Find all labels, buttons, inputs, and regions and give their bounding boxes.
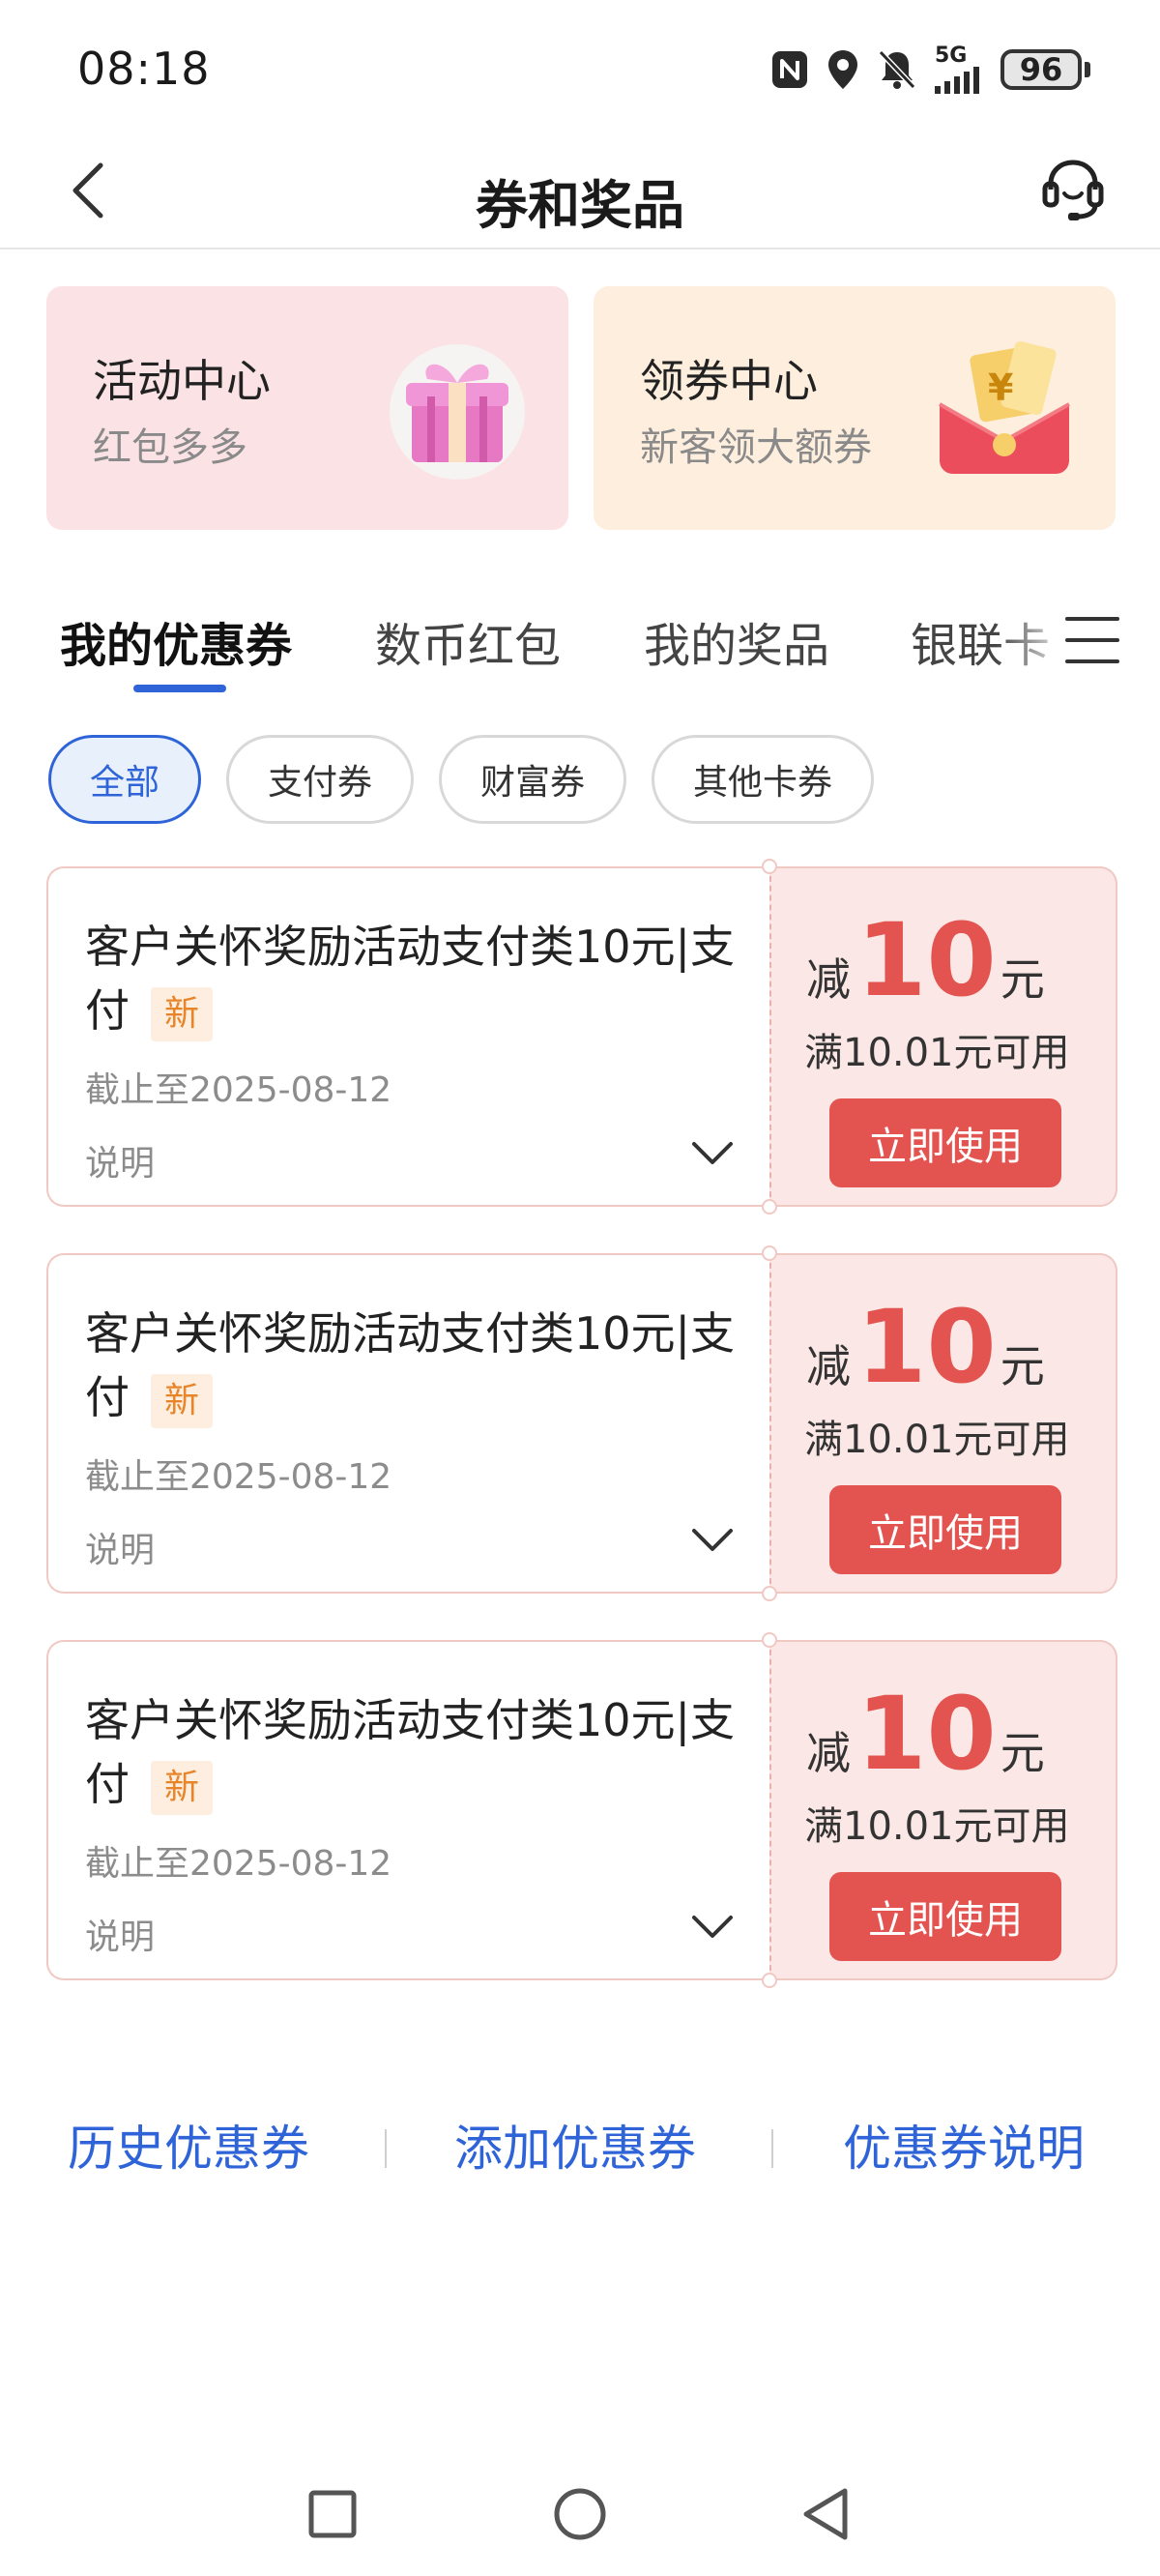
promo-subtitle: 新客领大额券 (640, 425, 872, 470)
tab-digital-red-packet[interactable]: 数币红包 (375, 607, 561, 675)
use-now-button[interactable]: 立即使用 (829, 1098, 1061, 1187)
coupon-description-label[interactable]: 说明 (85, 1522, 155, 1572)
new-badge: 新 (151, 1373, 214, 1428)
status-time: 08:18 (77, 43, 211, 95)
coupon-name: 客户关怀奖励活动支付类10元|支付新 (85, 1302, 742, 1429)
coupon-description-label[interactable]: 说明 (85, 1135, 155, 1186)
coupon-expiry: 截止至2025-08-12 (85, 1457, 392, 1497)
promo-title: 活动中心 (93, 355, 271, 407)
page-header: 券和奖品 (0, 135, 1160, 249)
category-tabs: 我的优惠券 数币红包 我的奖品 银联卡 (0, 580, 1160, 706)
nfc-icon (770, 44, 809, 95)
filter-chips: 全部 支付券 财富券 其他卡券 (48, 735, 875, 824)
coupon-amount: 减 10 元 (806, 901, 1045, 1019)
red-envelope-icon: ¥ (932, 337, 1077, 482)
svg-text:¥: ¥ (988, 366, 1013, 409)
amount-value: 10 (856, 1675, 997, 1793)
filter-wealth-coupon[interactable]: 财富券 (439, 735, 627, 824)
coupon-center-card[interactable]: 领券中心 新客领大额券 ¥ (594, 286, 1116, 530)
signal-icon: 5G (935, 44, 983, 95)
promo-title: 领券中心 (640, 355, 818, 407)
coupon-amount: 减 10 元 (806, 1288, 1045, 1406)
coupon-card: 客户关怀奖励活动支付类10元|支付新 截止至2025-08-12 说明 减 10… (46, 1245, 1117, 1601)
use-now-button[interactable]: 立即使用 (829, 1872, 1061, 1961)
footer-links: 历史优惠券 添加优惠券 优惠券说明 (0, 2100, 1160, 2187)
status-icons: 5G 96 (770, 43, 1090, 97)
coupon-amount: 减 10 元 (806, 1675, 1045, 1793)
gift-box-icon (385, 337, 530, 482)
square-icon (308, 2490, 357, 2538)
coupon-condition: 满10.01元可用 (804, 1804, 1070, 1849)
coupon-description-label[interactable]: 说明 (85, 1909, 155, 1959)
add-coupon-link[interactable]: 添加优惠券 (454, 2110, 696, 2180)
new-badge: 新 (151, 1760, 214, 1815)
tab-my-coupons[interactable]: 我的优惠券 (60, 607, 292, 675)
mute-icon (877, 44, 917, 95)
promo-subtitle: 红包多多 (93, 425, 247, 470)
coupon-expiry: 截止至2025-08-12 (85, 1844, 392, 1884)
triangle-back-icon (803, 2488, 848, 2540)
coupon-card: 客户关怀奖励活动支付类10元|支付新 截止至2025-08-12 说明 减 10… (46, 1632, 1117, 1988)
coupon-condition: 满10.01元可用 (804, 1031, 1070, 1075)
headset-icon (1042, 160, 1104, 220)
chevron-down-icon[interactable] (688, 1129, 737, 1178)
circle-icon (554, 2488, 606, 2540)
filter-other-coupon[interactable]: 其他卡券 (652, 735, 875, 824)
coupon-condition: 满10.01元可用 (804, 1418, 1070, 1462)
recent-apps-button[interactable] (294, 2475, 371, 2553)
new-badge: 新 (151, 986, 214, 1041)
amount-value: 10 (856, 901, 997, 1019)
coupon-name: 客户关怀奖励活动支付类10元|支付新 (85, 915, 742, 1042)
filter-all[interactable]: 全部 (48, 735, 202, 824)
home-button[interactable] (541, 2475, 619, 2553)
status-bar: 08:18 5G 96 (0, 0, 1160, 135)
chevron-down-icon[interactable] (688, 1516, 737, 1565)
location-icon (826, 44, 859, 95)
amount-value: 10 (856, 1288, 997, 1406)
network-label: 5G (935, 44, 968, 68)
activity-center-card[interactable]: 活动中心 红包多多 (46, 286, 568, 530)
coupon-info-link[interactable]: 优惠券说明 (843, 2110, 1085, 2180)
chevron-down-icon[interactable] (688, 1903, 737, 1951)
menu-icon[interactable] (1065, 613, 1119, 667)
page-title: 券和奖品 (476, 175, 684, 236)
coupon-expiry: 截止至2025-08-12 (85, 1070, 392, 1110)
active-tab-indicator (133, 685, 226, 692)
coupon-card: 客户关怀奖励活动支付类10元|支付新 截止至2025-08-12 说明 减 10… (46, 859, 1117, 1215)
system-nav-bar (0, 2475, 1160, 2553)
battery-icon: 96 (1000, 49, 1090, 90)
use-now-button[interactable]: 立即使用 (829, 1485, 1061, 1574)
tab-my-prizes[interactable]: 我的奖品 (644, 607, 829, 675)
history-coupons-link[interactable]: 历史优惠券 (68, 2110, 309, 2180)
filter-payment-coupon[interactable]: 支付券 (226, 735, 415, 824)
back-nav-button[interactable] (787, 2475, 864, 2553)
battery-level: 96 (1000, 49, 1082, 90)
coupon-name: 客户关怀奖励活动支付类10元|支付新 (85, 1688, 742, 1816)
customer-service-button[interactable] (1032, 149, 1114, 230)
